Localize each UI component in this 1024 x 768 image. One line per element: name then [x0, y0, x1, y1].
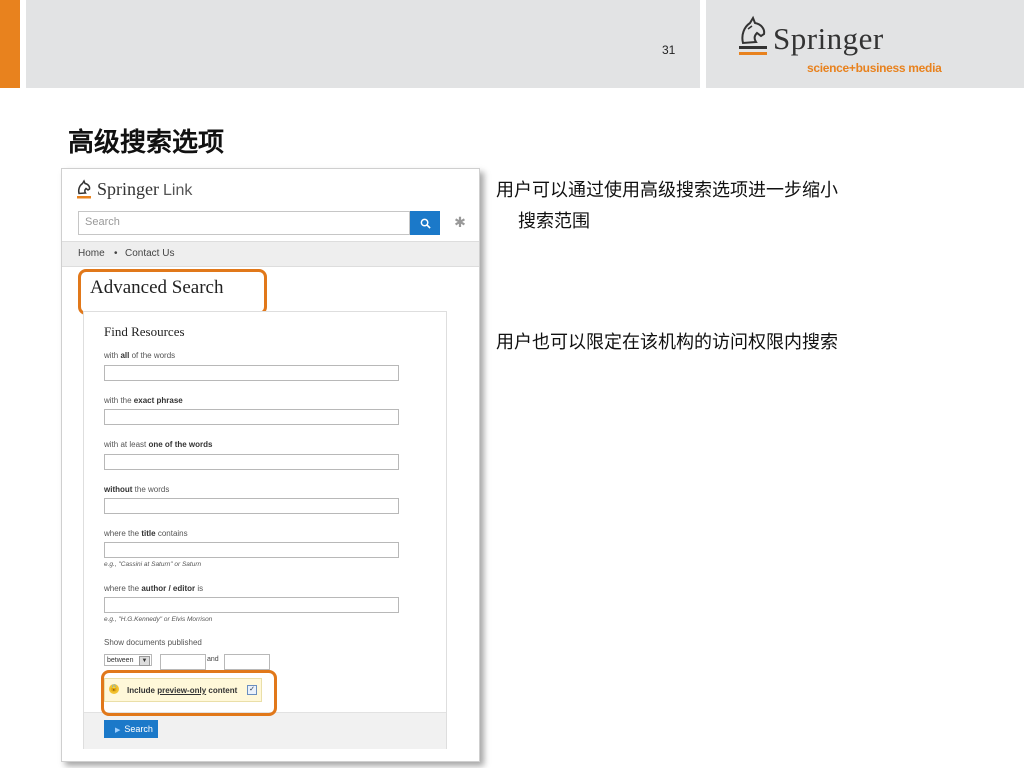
- bullet-2-line-1: 用户也可以限定在该机构的访问权限内搜索: [496, 332, 838, 353]
- highlight-box-preview: [101, 670, 277, 716]
- field-label-exact-phrase: with the exact phrase: [104, 396, 183, 405]
- field-label-title: where the title contains: [104, 529, 188, 538]
- header-band-left: [26, 0, 700, 88]
- field-label-all-words: with all of the words: [104, 351, 176, 360]
- springer-logo: Springer science+business media: [735, 15, 965, 79]
- search-button-label: Search: [124, 724, 153, 734]
- date-mode-select[interactable]: between ▼: [104, 654, 152, 666]
- nav-contact-link[interactable]: Contact Us: [125, 248, 174, 259]
- all-words-input[interactable]: [104, 365, 399, 381]
- springerlink-logo-link: Link: [163, 182, 193, 199]
- bullet-1-line-2: 搜索范围: [518, 211, 590, 232]
- chevron-down-icon: ▼: [139, 656, 150, 666]
- nav-home-link[interactable]: Home: [78, 248, 105, 259]
- springer-horse-small-icon: [77, 179, 91, 199]
- highlight-box-title: [78, 269, 267, 315]
- without-words-input[interactable]: [104, 498, 399, 514]
- search-submit-button[interactable]: [410, 211, 440, 235]
- nav-separator: •: [114, 248, 118, 259]
- gear-icon[interactable]: ✱: [453, 215, 467, 229]
- date-mode-value: between: [107, 657, 134, 664]
- field-label-any-words: with at least one of the words: [104, 440, 213, 449]
- breadcrumb-nav: Home • Contact Us: [62, 241, 479, 267]
- date-and-label: and: [207, 656, 219, 663]
- author-hint: e.g., "H.G.Kennedy" or Elvis Morrison: [104, 616, 213, 623]
- springerlink-logo-word: Springer: [97, 179, 159, 199]
- search-input[interactable]: [79, 212, 391, 232]
- play-arrow-icon: ▶: [115, 727, 121, 734]
- magnifier-icon: [420, 218, 431, 229]
- title-hint: e.g., "Cassini at Saturn" or Saturn: [104, 561, 202, 568]
- panel-title: Find Resources: [104, 324, 185, 339]
- springer-wordmark: Springer: [773, 21, 884, 56]
- exact-phrase-input[interactable]: [104, 409, 399, 425]
- author-input[interactable]: [104, 597, 399, 613]
- start-year-input[interactable]: [160, 654, 206, 670]
- springer-horse-icon: [739, 15, 767, 55]
- search-button[interactable]: ▶ Search: [104, 720, 158, 738]
- bullet-1: 用户可以通过使用高级搜索选项进一步缩小 搜索范围: [496, 175, 936, 237]
- search-box: [78, 211, 410, 235]
- panel-footer: ▶ Search: [84, 712, 446, 749]
- title-input[interactable]: [104, 542, 399, 558]
- header-accent-bar: [0, 0, 20, 88]
- bullet-1-line-1: 用户可以通过使用高级搜索选项进一步缩小: [496, 180, 838, 201]
- field-label-without-words: without the words: [104, 485, 170, 494]
- bullet-2: 用户也可以限定在该机构的访问权限内搜索: [496, 327, 936, 358]
- field-label-author: where the author / editor is: [104, 584, 204, 593]
- springerlink-screenshot: SpringerLink ✱ Home • Contact Us Advance…: [61, 168, 480, 762]
- page-number: 31: [662, 43, 676, 57]
- date-label: Show documents published: [104, 638, 202, 647]
- any-words-input[interactable]: [104, 454, 399, 470]
- end-year-input[interactable]: [224, 654, 270, 670]
- slide-title: 高级搜索选项: [68, 128, 225, 158]
- springer-tagline: science+business media: [807, 61, 942, 75]
